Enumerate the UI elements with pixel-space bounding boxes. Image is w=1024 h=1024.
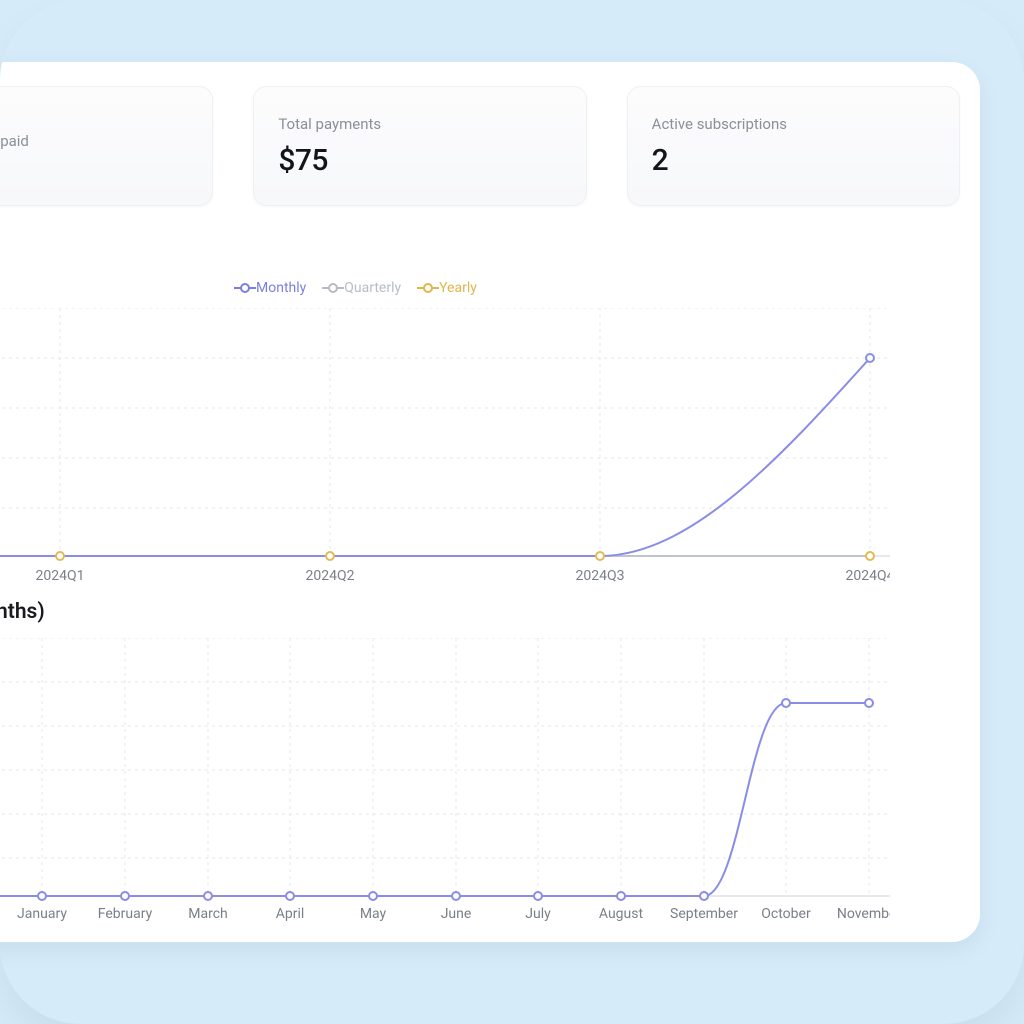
svg-text:July: July xyxy=(525,906,551,922)
legend-item-quarterly[interactable]: Quarterly xyxy=(328,280,401,296)
svg-text:2024Q1: 2024Q1 xyxy=(36,568,85,584)
legend-label: Quarterly xyxy=(344,280,401,296)
legend-marker-quarterly xyxy=(328,283,338,293)
chart-legend: Monthly Quarterly Yearly xyxy=(240,280,477,296)
dashboard-panel: Subscriptions paid Total payments $75 Ac… xyxy=(0,62,980,942)
svg-text:March: March xyxy=(188,906,228,922)
legend-marker-monthly xyxy=(240,283,250,293)
svg-text:February: February xyxy=(98,906,153,922)
svg-text:August: August xyxy=(599,906,644,922)
svg-text:2024Q3: 2024Q3 xyxy=(576,568,625,584)
card-subscriptions-paid: Subscriptions paid xyxy=(0,86,213,206)
legend-label: Yearly xyxy=(439,280,477,296)
card-active-subscriptions: Active subscriptions 2 xyxy=(627,86,960,206)
svg-text:November: November xyxy=(837,906,890,922)
section-title-monthly: crued by months) xyxy=(0,600,45,624)
x-axis-labels: 2024Q1 2024Q2 2024Q3 2024Q4 xyxy=(36,568,890,584)
series-monthly xyxy=(0,358,870,556)
legend-marker-yearly xyxy=(423,283,433,293)
legend-label: Monthly xyxy=(256,280,306,296)
stat-cards-row: Subscriptions paid Total payments $75 Ac… xyxy=(0,86,980,206)
chart-monthly: December January February March April Ma… xyxy=(0,638,890,928)
card-value: 2 xyxy=(652,143,935,178)
card-label: Subscriptions paid xyxy=(0,132,188,150)
svg-text:September: September xyxy=(670,906,738,922)
data-points xyxy=(56,354,874,560)
x-axis-labels: December January February March April Ma… xyxy=(0,906,890,922)
chart-grid xyxy=(0,638,890,896)
chart-grid xyxy=(0,308,890,556)
svg-text:2024Q2: 2024Q2 xyxy=(306,568,355,584)
legend-item-yearly[interactable]: Yearly xyxy=(423,280,477,296)
screenshot-stage: Subscriptions paid Total payments $75 Ac… xyxy=(0,0,1024,1024)
svg-text:May: May xyxy=(360,906,387,922)
svg-text:2024Q4: 2024Q4 xyxy=(846,568,890,584)
svg-text:June: June xyxy=(441,906,472,922)
svg-text:October: October xyxy=(761,906,811,922)
card-value: $75 xyxy=(278,143,561,178)
card-label: Total payments xyxy=(278,115,561,133)
svg-text:April: April xyxy=(276,906,305,922)
card-total-payments: Total payments $75 xyxy=(253,86,586,206)
data-points xyxy=(0,699,873,900)
series-monthly xyxy=(0,703,869,896)
chart-quarterly: 2024Q1 2024Q2 2024Q3 2024Q4 xyxy=(0,308,890,588)
legend-item-monthly[interactable]: Monthly xyxy=(240,280,306,296)
rounded-frame: Subscriptions paid Total payments $75 Ac… xyxy=(0,0,1024,1024)
svg-text:January: January xyxy=(17,906,67,922)
card-label: Active subscriptions xyxy=(652,115,935,133)
